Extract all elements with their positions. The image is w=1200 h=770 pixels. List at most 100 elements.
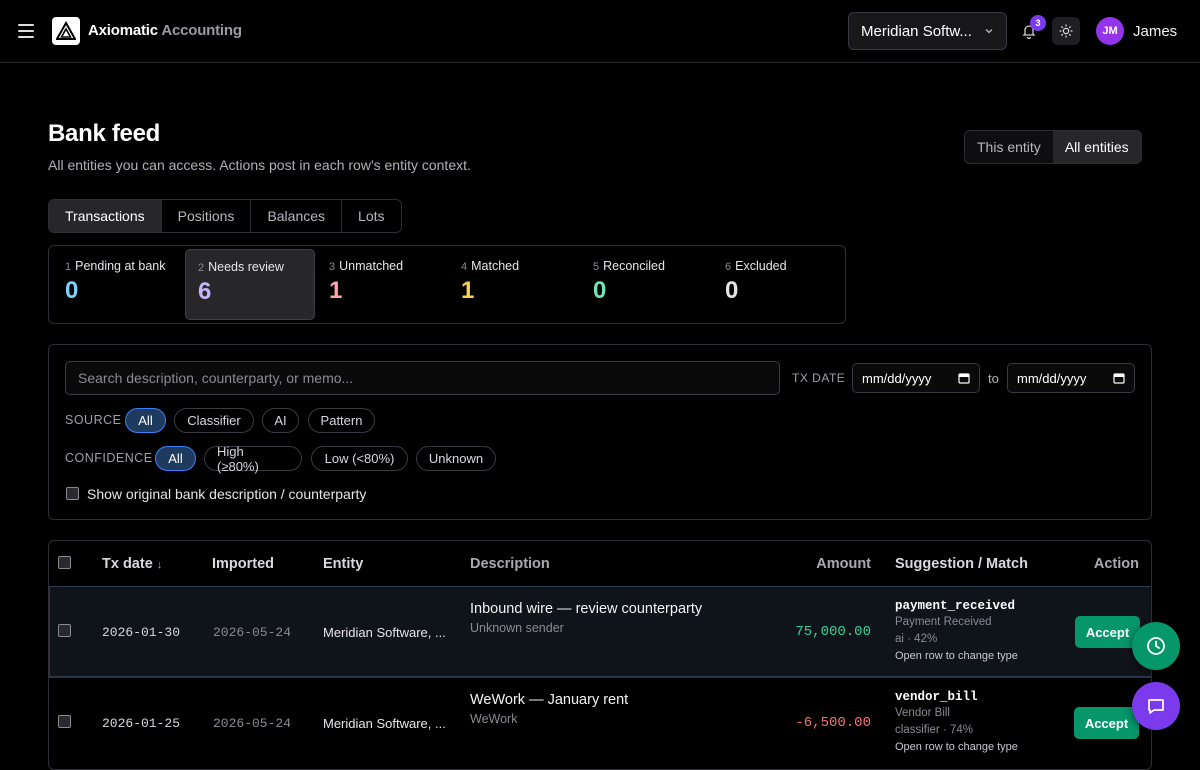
brand-sub: Accounting xyxy=(161,22,242,39)
brand-main: Axiomatic xyxy=(88,22,158,39)
confidence-chip-unknown[interactable]: Unknown xyxy=(416,446,496,471)
status-num: 3 xyxy=(329,261,336,273)
status-reconciled[interactable]: 5 Reconciled 0 xyxy=(581,249,711,320)
logo-icon xyxy=(52,17,80,45)
search-input[interactable] xyxy=(65,361,780,395)
status-needs-review[interactable]: 2 Needs review 6 xyxy=(185,249,315,320)
status-label: 1 Pending at bank xyxy=(65,259,171,273)
select-all-checkbox[interactable] xyxy=(58,556,71,569)
accept-button[interactable]: Accept xyxy=(1074,707,1139,739)
row-counterparty: Unknown sender xyxy=(470,621,564,635)
date-to-input[interactable]: mm/dd/yyyy xyxy=(1007,363,1135,393)
row-suggestion-code: vendor_bill xyxy=(895,690,978,704)
status-num: 6 xyxy=(725,261,732,273)
status-num: 1 xyxy=(65,261,72,273)
confidence-chip-high[interactable]: High (≥80%) xyxy=(204,444,302,474)
top-bar: Axiomatic Accounting Meridian Softw... 3… xyxy=(0,0,1200,63)
status-value: 1 xyxy=(461,277,475,304)
table-row[interactable]: 2026-01-30 2026-05-24 Meridian Software,… xyxy=(49,586,1151,677)
table-row[interactable]: 2026-01-25 2026-05-24 Meridian Software,… xyxy=(49,677,1151,768)
status-text: Matched xyxy=(471,259,520,273)
column-entity[interactable]: Entity xyxy=(323,556,363,572)
view-tabs: Transactions Positions Balances Lots xyxy=(48,199,402,233)
page-subtitle: All entities you can access. Actions pos… xyxy=(48,157,471,173)
status-label: 2 Needs review xyxy=(198,260,302,274)
tab-lots[interactable]: Lots xyxy=(342,200,400,232)
status-unmatched[interactable]: 3 Unmatched 1 xyxy=(317,249,447,320)
status-label: 6 Excluded xyxy=(725,259,831,273)
calendar-icon xyxy=(958,373,970,384)
column-txdate-label: Tx date xyxy=(102,556,153,572)
txdate-label: TX DATE xyxy=(792,371,846,385)
status-value: 0 xyxy=(593,277,607,304)
row-suggestion-meta: ai · 42% xyxy=(895,633,938,645)
chat-button[interactable] xyxy=(1132,682,1180,730)
chat-icon xyxy=(1148,699,1164,714)
row-suggestion-hint[interactable]: Open row to change type xyxy=(895,741,1018,753)
calendar-icon xyxy=(1113,373,1125,384)
tab-balances[interactable]: Balances xyxy=(251,200,343,232)
menu-icon[interactable] xyxy=(18,24,34,38)
confidence-chip-low[interactable]: Low (<80%) xyxy=(311,446,408,471)
source-chip-all[interactable]: All xyxy=(125,408,166,433)
clock-icon xyxy=(1147,637,1165,655)
accept-button[interactable]: Accept xyxy=(1075,616,1140,648)
brand-name: Axiomatic Accounting xyxy=(88,22,242,39)
status-matched[interactable]: 4 Matched 1 xyxy=(449,249,579,320)
row-entity: Meridian Software, ... xyxy=(323,716,446,731)
column-suggestion: Suggestion / Match xyxy=(895,556,1028,572)
status-num: 4 xyxy=(461,261,468,273)
status-excluded[interactable]: 6 Excluded 0 xyxy=(713,249,843,320)
row-amount: -6,500.00 xyxy=(795,715,871,731)
scope-this-entity[interactable]: This entity xyxy=(965,131,1053,163)
status-text: Excluded xyxy=(735,259,787,273)
status-label: 3 Unmatched xyxy=(329,259,435,273)
status-summary: 1 Pending at bank 0 2 Needs review 6 3 Unma… xyxy=(48,245,846,324)
row-txdate: 2026-01-30 xyxy=(102,625,181,640)
date-to-value: mm/dd/yyyy xyxy=(1017,370,1087,386)
theme-toggle-button[interactable] xyxy=(1052,17,1080,45)
entity-selector[interactable]: Meridian Softw... xyxy=(848,12,1007,50)
row-checkbox[interactable] xyxy=(58,715,71,728)
row-txdate: 2026-01-25 xyxy=(102,716,181,731)
source-chip-ai[interactable]: AI xyxy=(262,408,299,433)
row-checkbox[interactable] xyxy=(58,624,71,637)
status-label: 4 Matched xyxy=(461,259,567,273)
row-description: Inbound wire — review counterparty xyxy=(470,601,703,617)
status-pending[interactable]: 1 Pending at bank 0 xyxy=(53,249,183,320)
status-value: 0 xyxy=(725,277,739,304)
column-action: Action xyxy=(1093,556,1139,572)
tab-transactions[interactable]: Transactions xyxy=(49,200,162,232)
date-to-label: to xyxy=(988,371,999,386)
status-num: 5 xyxy=(593,261,600,273)
row-suggestion-name: Vendor Bill xyxy=(895,707,950,719)
confidence-chip-all[interactable]: All xyxy=(155,446,196,471)
column-description: Description xyxy=(470,556,550,572)
status-text: Pending at bank xyxy=(75,259,166,273)
scope-toggle: This entity All entities xyxy=(964,130,1142,164)
tab-positions[interactable]: Positions xyxy=(162,200,252,232)
page-title: Bank feed xyxy=(48,120,161,147)
column-imported[interactable]: Imported xyxy=(212,556,274,572)
notification-badge: 3 xyxy=(1030,15,1046,31)
row-imported: 2026-05-24 xyxy=(213,625,292,640)
row-suggestion-meta: classifier · 74% xyxy=(895,724,973,736)
source-chip-classifier[interactable]: Classifier xyxy=(174,408,254,433)
status-text: Unmatched xyxy=(339,259,404,273)
show-original-checkbox[interactable] xyxy=(66,487,79,500)
sort-desc-icon: ↓ xyxy=(156,559,163,571)
row-description: WeWork — January rent xyxy=(470,692,629,708)
source-chip-pattern[interactable]: Pattern xyxy=(308,408,375,433)
row-suggestion-hint[interactable]: Open row to change type xyxy=(895,650,1018,662)
user-name[interactable]: James xyxy=(1133,23,1177,40)
avatar[interactable]: JM xyxy=(1096,17,1124,45)
show-original-label[interactable]: Show original bank description / counter… xyxy=(87,486,366,502)
date-from-input[interactable]: mm/dd/yyyy xyxy=(852,363,980,393)
status-num: 2 xyxy=(198,262,205,274)
scope-all-entities[interactable]: All entities xyxy=(1052,131,1141,163)
column-amount[interactable]: Amount xyxy=(789,556,871,572)
history-button[interactable] xyxy=(1132,622,1180,670)
row-suggestion-code: payment_received xyxy=(895,599,1016,613)
column-txdate[interactable]: Tx date ↓ xyxy=(102,556,162,572)
status-value: 0 xyxy=(65,277,79,304)
